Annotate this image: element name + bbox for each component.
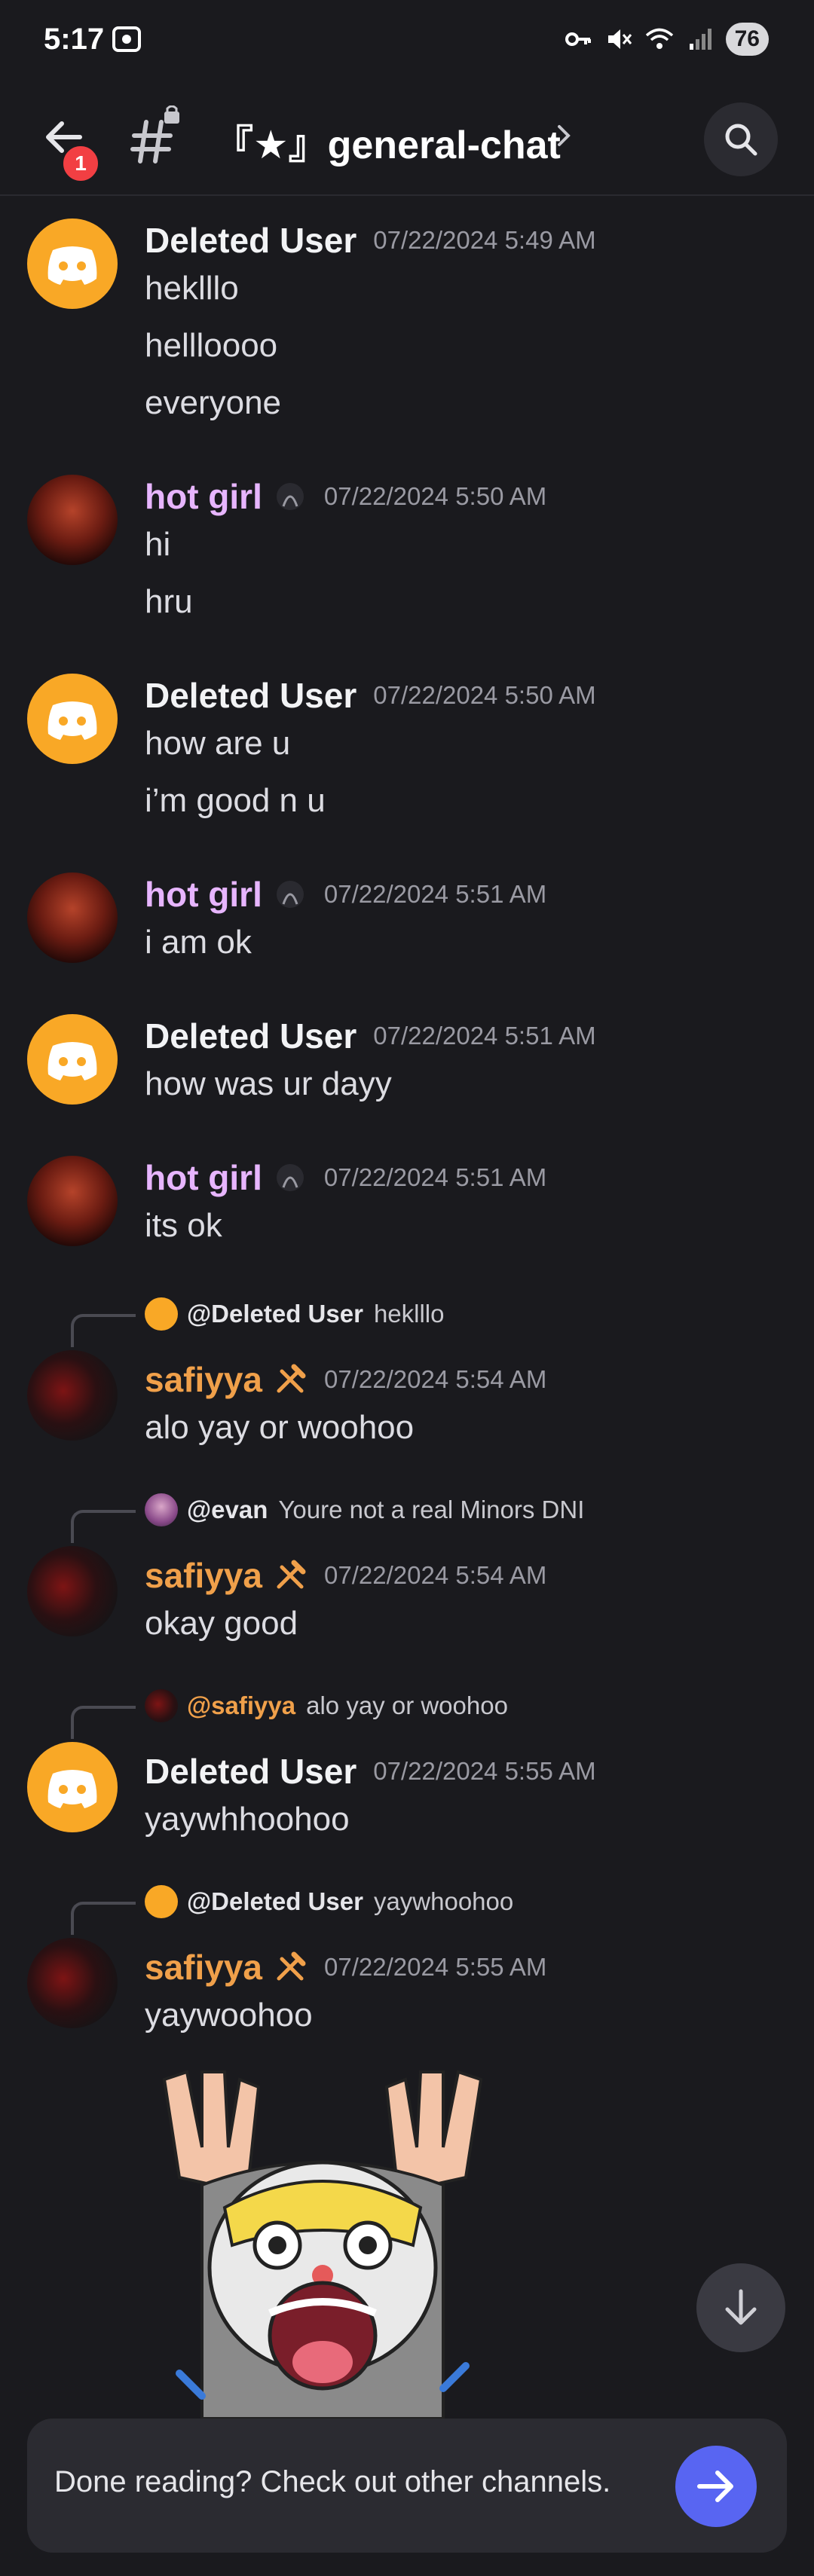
chevron-right-icon[interactable]: [555, 121, 573, 151]
message-text: hellloooo: [145, 327, 278, 364]
reply-connector: [71, 1510, 136, 1543]
signal-icon: [689, 29, 711, 50]
timestamp: 07/22/2024 5:51 AM: [323, 880, 547, 908]
username[interactable]: hot girl: [145, 1157, 262, 1198]
reply-preview[interactable]: @safiyya alo yay or woohoo: [145, 1689, 508, 1722]
avatar[interactable]: [27, 1938, 118, 2028]
reply-connector: [71, 1314, 136, 1347]
message-text: yaywhhoohoo: [145, 1801, 350, 1838]
timestamp: 07/22/2024 5:51 AM: [373, 1022, 596, 1050]
avatar[interactable]: [27, 1156, 118, 1246]
reply-preview[interactable]: @Deleted User heklllo: [145, 1297, 445, 1331]
avatar[interactable]: [27, 872, 118, 963]
message-text: okay good: [145, 1605, 298, 1642]
message-text: everyone: [145, 384, 282, 421]
status-time: 5:17: [44, 23, 105, 56]
done-reading-banner[interactable]: Done reading? Check out other channels.: [27, 2419, 787, 2553]
status-icons: 76: [563, 23, 769, 56]
username[interactable]: Deleted User: [145, 220, 357, 261]
channel-header: 1 『★』general-chat: [0, 83, 814, 196]
timestamp: 07/22/2024 5:55 AM: [373, 1757, 596, 1785]
search-icon: [725, 124, 757, 156]
avatar[interactable]: [27, 1546, 118, 1636]
reply-text: alo yay or woohoo: [306, 1691, 508, 1719]
avatar[interactable]: [27, 1014, 118, 1105]
reply-author[interactable]: @Deleted User: [187, 1887, 363, 1916]
username[interactable]: safiyya: [145, 1947, 262, 1988]
hammer-pick-icon: [277, 1951, 306, 1981]
reply-author[interactable]: @Deleted User: [187, 1300, 363, 1328]
message-text: heklllo: [145, 270, 239, 307]
arrow-right-icon: [697, 2471, 733, 2502]
reply-avatar: [145, 1493, 178, 1526]
reply-author[interactable]: @evan: [187, 1496, 268, 1524]
reply-connector: [71, 1706, 136, 1739]
hammer-pick-icon: [277, 1364, 306, 1393]
timestamp: 07/22/2024 5:54 AM: [324, 1561, 547, 1589]
reply-avatar: [145, 1297, 178, 1331]
message-text: i am ok: [145, 924, 252, 961]
message-text: yaywoohoo: [145, 1997, 313, 2034]
username[interactable]: safiyya: [145, 1555, 262, 1596]
reply-text: yaywhoohoo: [373, 1887, 514, 1915]
username[interactable]: Deleted User: [145, 675, 357, 716]
channel-name[interactable]: 『★』general-chat: [214, 113, 561, 170]
message-text: hru: [145, 583, 193, 620]
threads-hash-icon: [130, 105, 179, 163]
reply-author[interactable]: @safiyya: [187, 1691, 295, 1720]
avatar[interactable]: [27, 475, 118, 565]
timestamp: 07/22/2024 5:54 AM: [324, 1365, 547, 1393]
battery-indicator: 76: [725, 23, 769, 56]
notification-badge: 1: [60, 143, 101, 184]
wifi-icon: [645, 28, 673, 49]
screenshot-icon: [112, 26, 141, 52]
avatar[interactable]: [27, 674, 118, 764]
avatar[interactable]: [27, 1350, 118, 1441]
next-channel-button[interactable]: [675, 2446, 757, 2527]
reply-preview[interactable]: @Deleted User yaywhoohoo: [145, 1885, 513, 1918]
timestamp: 07/22/2024 5:49 AM: [373, 226, 596, 254]
message-text: i’m good n u: [145, 782, 326, 819]
username[interactable]: Deleted User: [145, 1751, 357, 1792]
message-text: how was ur dayy: [145, 1065, 392, 1102]
username[interactable]: hot girl: [145, 874, 262, 915]
reply-text: heklllo: [373, 1300, 445, 1328]
discord-logo-icon: [47, 246, 97, 285]
key-icon: [565, 32, 591, 46]
status-bar: 5:17 76: [0, 0, 814, 83]
user-tag-icon: [276, 1164, 304, 1191]
discord-logo-icon: [47, 701, 97, 740]
search-button[interactable]: [704, 102, 778, 176]
reply-connector: [71, 1902, 136, 1935]
discord-logo-icon: [47, 1042, 97, 1080]
username[interactable]: hot girl: [145, 476, 262, 517]
discord-logo-icon: [47, 1770, 97, 1808]
username[interactable]: safiyya: [145, 1359, 262, 1400]
timestamp: 07/22/2024 5:50 AM: [323, 482, 547, 510]
user-tag-icon: [276, 483, 304, 510]
avatar[interactable]: [27, 1742, 118, 1832]
avatar[interactable]: [27, 218, 118, 309]
celebration-sticker[interactable]: [157, 2064, 488, 2419]
mute-icon: [607, 29, 632, 49]
reply-avatar: [145, 1885, 178, 1918]
timestamp: 07/22/2024 5:50 AM: [373, 681, 596, 709]
message-text: how are u: [145, 725, 291, 762]
reply-text: Youre not a real Minors DNI: [278, 1496, 585, 1523]
user-tag-icon: [276, 881, 304, 908]
jump-to-bottom-button[interactable]: [696, 2263, 785, 2352]
hammer-pick-icon: [277, 1560, 306, 1589]
reply-avatar: [145, 1689, 178, 1722]
arrow-down-icon: [725, 2289, 757, 2325]
reply-preview[interactable]: @evan Youre not a real Minors DNI: [145, 1493, 584, 1526]
username[interactable]: Deleted User: [145, 1016, 357, 1056]
timestamp: 07/22/2024 5:55 AM: [324, 1953, 547, 1981]
message-text: its ok: [145, 1207, 222, 1244]
done-reading-text: Done reading? Check out other channels.: [54, 2465, 611, 2498]
message-text: hi: [145, 526, 171, 563]
message-text: alo yay or woohoo: [145, 1409, 415, 1446]
timestamp: 07/22/2024 5:51 AM: [323, 1163, 547, 1191]
